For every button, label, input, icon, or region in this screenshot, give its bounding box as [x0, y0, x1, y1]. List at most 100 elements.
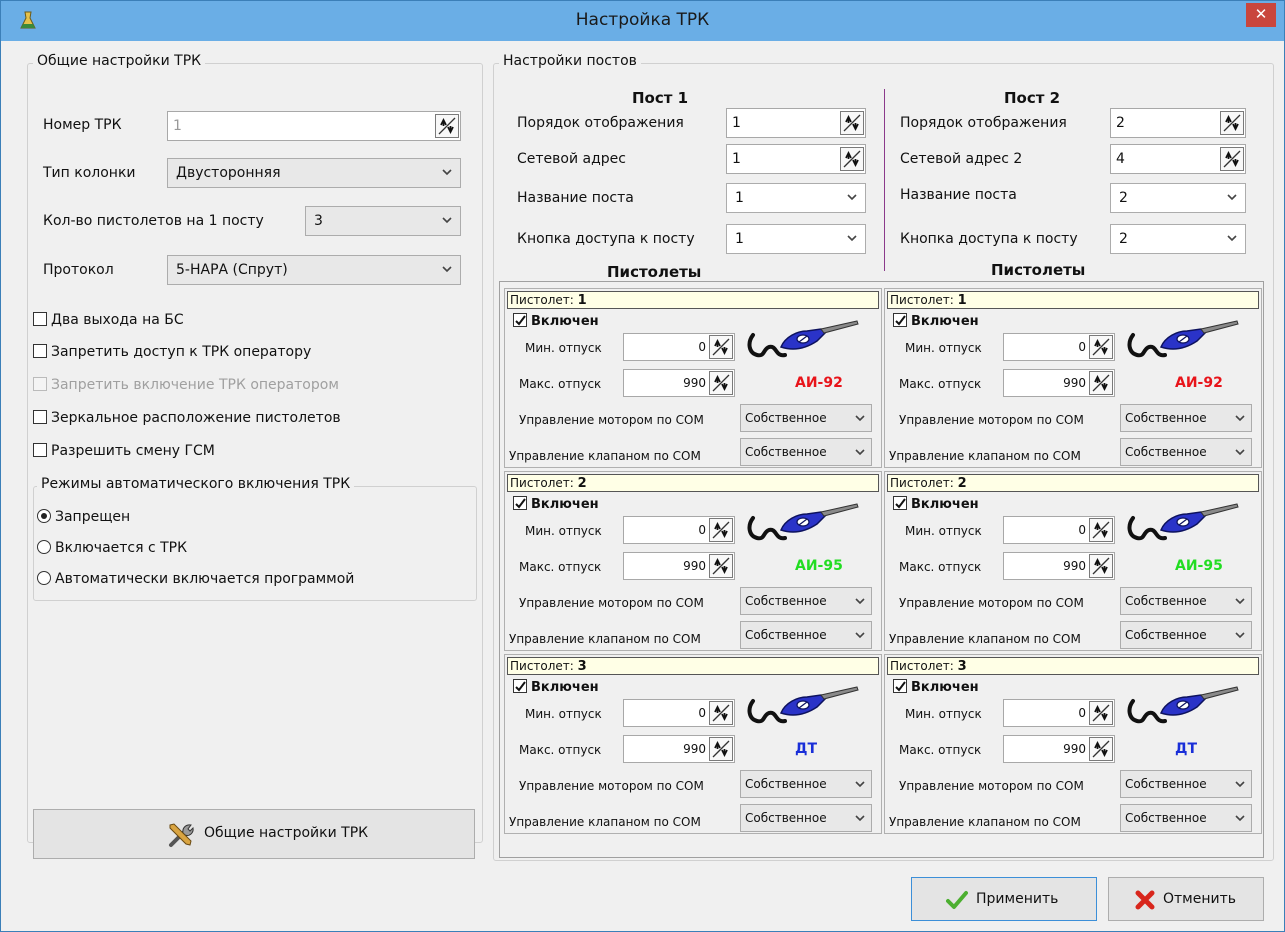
post-2-order-input[interactable]: 2 [1110, 108, 1246, 138]
post-1-order-input[interactable]: 1 [726, 108, 866, 138]
gun-min-input[interactable]: 0 [1003, 333, 1115, 361]
checkbox-allow-fuel-change[interactable]: Разрешить смену ГСМ [33, 443, 215, 463]
check-icon [895, 498, 906, 509]
gun-max-label: Макс. отпуск [519, 560, 602, 574]
checkbox-box[interactable] [513, 313, 527, 327]
gun-min-value: 0 [1078, 523, 1086, 537]
gun-max-input[interactable]: 990 [1003, 552, 1115, 580]
spin-icon[interactable] [1220, 147, 1244, 171]
radio-auto-with-trk[interactable]: Включается с ТРК [37, 540, 187, 560]
spin-icon[interactable] [709, 518, 733, 542]
radio-button[interactable] [37, 509, 51, 523]
spin-icon[interactable] [709, 701, 733, 725]
gun-enabled-checkbox[interactable]: Включен [513, 496, 599, 516]
spin-icon[interactable] [709, 554, 733, 578]
checkbox-deny-operator-access[interactable]: Запретить доступ к ТРК оператору [33, 344, 311, 364]
checkbox-box[interactable] [33, 410, 47, 424]
radio-auto-forbidden[interactable]: Запрещен [37, 509, 130, 529]
gun-enabled-checkbox[interactable]: Включен [513, 313, 599, 333]
gun-motor-select[interactable]: Собственное [1120, 404, 1252, 432]
gun-min-input[interactable]: 0 [1003, 516, 1115, 544]
guns-per-post-label: Кол-во пистолетов на 1 посту [43, 213, 264, 229]
gun-enabled-checkbox[interactable]: Включен [893, 679, 979, 699]
radio-button[interactable] [37, 571, 51, 585]
spin-icon[interactable] [1089, 701, 1113, 725]
post-2-access-select[interactable]: 2 [1110, 224, 1246, 254]
gun-valve-select[interactable]: Собственное [1120, 438, 1252, 466]
post-2-address-label: Сетевой адрес 2 [900, 151, 1023, 167]
post-2-name-select[interactable]: 2 [1110, 183, 1246, 213]
post-1-guns-heading: Пистолеты [607, 263, 702, 281]
spin-icon[interactable] [1089, 371, 1113, 395]
general-settings-button-label: Общие настройки ТРК [204, 825, 369, 841]
gun-max-input[interactable]: 990 [1003, 369, 1115, 397]
post-1-order-label: Порядок отображения [517, 115, 684, 131]
post-1-name-select[interactable]: 1 [726, 183, 866, 213]
checkbox-mirror-guns[interactable]: Зеркальное расположение пистолетов [33, 410, 341, 430]
checkbox-box[interactable] [33, 443, 47, 457]
gun-valve-select[interactable]: Собственное [740, 804, 872, 832]
gun-max-input[interactable]: 990 [623, 369, 735, 397]
fuel-type: ДТ [795, 741, 818, 757]
gun-motor-select[interactable]: Собственное [740, 587, 872, 615]
title-bar[interactable]: Настройка ТРК ✕ [1, 1, 1284, 41]
gun-enabled-checkbox[interactable]: Включен [893, 496, 979, 516]
checkbox-box[interactable] [33, 344, 47, 358]
gun-motor-select[interactable]: Собственное [1120, 587, 1252, 615]
checkbox-two-outputs[interactable]: Два выхода на БС [33, 312, 184, 332]
chevron-down-icon [1235, 449, 1245, 456]
gun-min-input[interactable]: 0 [623, 516, 735, 544]
checkbox-box[interactable] [513, 679, 527, 693]
post-1-name-value: 1 [735, 190, 744, 206]
spin-icon[interactable] [840, 147, 864, 171]
gun-motor-select[interactable]: Собственное [1120, 770, 1252, 798]
post-1-access-select[interactable]: 1 [726, 224, 866, 254]
checkbox-box[interactable] [893, 679, 907, 693]
spin-icon[interactable] [709, 371, 733, 395]
gun-min-input[interactable]: 0 [623, 333, 735, 361]
radio-auto-by-program[interactable]: Автоматически включается программой [37, 571, 354, 591]
gun-valve-select[interactable]: Собственное [1120, 621, 1252, 649]
trk-number-input[interactable]: 1 [167, 111, 461, 141]
spin-icon[interactable] [1220, 111, 1244, 135]
column-type-select[interactable]: Двусторонняя [167, 158, 461, 188]
post-2-address-input[interactable]: 4 [1110, 144, 1246, 174]
fuel-nozzle-icon [745, 502, 861, 546]
checkbox-box[interactable] [513, 496, 527, 510]
radio-button[interactable] [37, 540, 51, 554]
gun-min-input[interactable]: 0 [1003, 699, 1115, 727]
apply-button[interactable]: Применить [911, 877, 1097, 921]
checkbox-box[interactable] [893, 496, 907, 510]
post-1-address-input[interactable]: 1 [726, 144, 866, 174]
gun-valve-select[interactable]: Собственное [1120, 804, 1252, 832]
cancel-button[interactable]: Отменить [1108, 877, 1264, 921]
spin-icon[interactable] [840, 111, 864, 135]
protocol-select[interactable]: 5-НАРА (Спрут) [167, 255, 461, 285]
spin-icon[interactable] [709, 335, 733, 359]
spin-icon[interactable] [1089, 737, 1113, 761]
guns-per-post-select[interactable]: 3 [305, 206, 461, 236]
gun-max-input[interactable]: 990 [623, 552, 735, 580]
gun-valve-select[interactable]: Собственное [740, 621, 872, 649]
close-button[interactable]: ✕ [1246, 3, 1276, 27]
auto-mode-title: Режимы автоматического включения ТРК [37, 476, 355, 492]
spin-icon[interactable] [435, 114, 459, 138]
spin-icon[interactable] [709, 737, 733, 761]
chevron-down-icon [1235, 815, 1245, 822]
gun-max-input[interactable]: 990 [623, 735, 735, 763]
gun-enabled-checkbox[interactable]: Включен [893, 313, 979, 333]
gun-enabled-label: Включен [531, 497, 599, 512]
spin-icon[interactable] [1089, 335, 1113, 359]
general-settings-button[interactable]: Общие настройки ТРК [33, 809, 475, 859]
gun-motor-select[interactable]: Собственное [740, 770, 872, 798]
gun-min-input[interactable]: 0 [623, 699, 735, 727]
gun-motor-select[interactable]: Собственное [740, 404, 872, 432]
gun-enabled-checkbox[interactable]: Включен [513, 679, 599, 699]
checkbox-box[interactable] [893, 313, 907, 327]
gun-max-input[interactable]: 990 [1003, 735, 1115, 763]
spin-icon[interactable] [1089, 554, 1113, 578]
spin-icon[interactable] [1089, 518, 1113, 542]
checkbox-box[interactable] [33, 312, 47, 326]
gun-header: Пистолет: 3 [507, 657, 879, 675]
gun-valve-select[interactable]: Собственное [740, 438, 872, 466]
